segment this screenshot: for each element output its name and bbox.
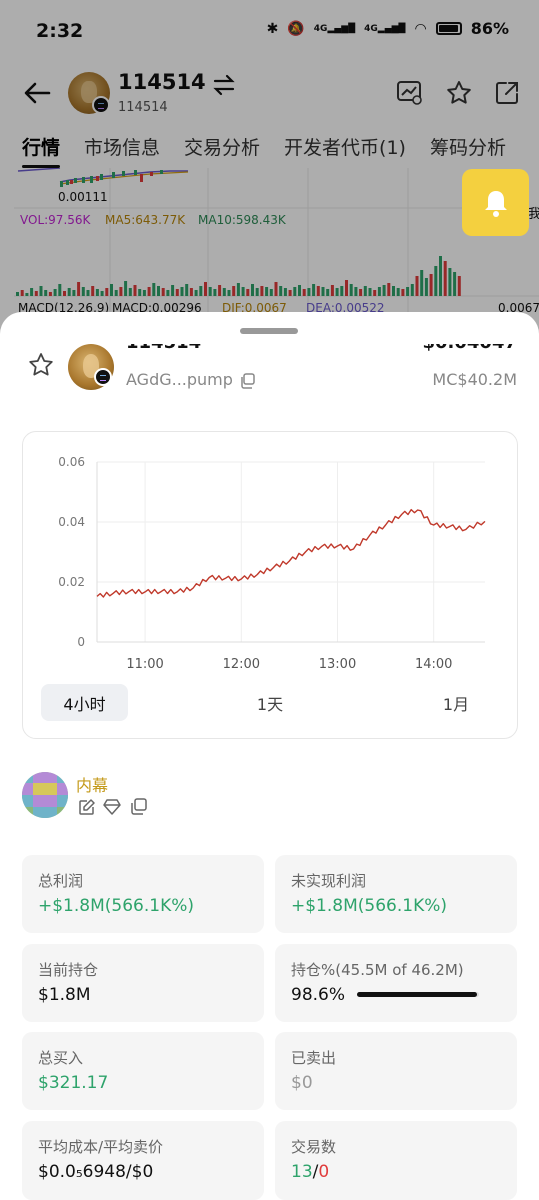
stat-value: $321.17 xyxy=(38,1073,109,1093)
insider-tag: 内幕 xyxy=(76,776,109,795)
stat-label: 未实现利润 xyxy=(291,872,367,890)
y-tick-label: 0 xyxy=(77,635,85,649)
stat-card-current-holding: 当前持仓 $1.8M xyxy=(22,944,264,1022)
x-tick-label: 13:00 xyxy=(319,657,356,672)
token-address: AGdG...pump xyxy=(126,370,233,389)
holding-value-line-chart: 0 0.02 0.04 0.06 11:00 12:00 13:00 14:00 xyxy=(58,455,486,672)
stat-label: 持仓%(45.5M of 46.2M) xyxy=(291,961,464,979)
diamond-icon[interactable] xyxy=(102,798,122,816)
sheet-token-row: 114514 AGdG...pump $0.04047 MC$40.2M xyxy=(0,344,539,394)
stat-card-avg-cost: 平均成本/平均卖价 $0.0₅6948/$0 xyxy=(22,1121,264,1200)
stat-card-total-bought: 总买入 $321.17 xyxy=(22,1032,264,1110)
bell-icon xyxy=(484,190,507,217)
stat-value: +$1.8M(566.1K%) xyxy=(38,896,194,916)
holder-identity: 内幕 xyxy=(22,770,322,822)
sheet-drag-handle[interactable] xyxy=(240,328,298,334)
x-tick-label: 12:00 xyxy=(223,657,260,672)
sheet-token-price: $0.04047 xyxy=(422,344,517,353)
stat-label: 平均成本/平均卖价 xyxy=(38,1138,164,1156)
holding-progress-bar xyxy=(357,992,479,997)
buy-count: 13 xyxy=(291,1162,313,1182)
background-page: 2:32 ✱ 🔕 4G▂▄▆█ 4G▂▄▆█ ◠ 86% 114514 1145… xyxy=(0,0,539,340)
stat-card-sold: 已卖出 $0 xyxy=(275,1032,517,1110)
stat-label: 总买入 xyxy=(38,1049,84,1067)
holding-value-chart-card: 0 0.02 0.04 0.06 11:00 12:00 13:00 14:00 4小时 1天… xyxy=(22,431,518,739)
copy-wallet-icon[interactable] xyxy=(130,798,148,816)
holding-progress-fill xyxy=(357,992,478,997)
stat-value: 13/0 xyxy=(291,1162,329,1182)
stat-card-total-profit: 总利润 +$1.8M(566.1K%) xyxy=(22,855,264,933)
x-tick-label: 14:00 xyxy=(415,657,452,672)
copy-address-icon[interactable] xyxy=(240,373,256,389)
stat-card-holding-percent: 持仓%(45.5M of 46.2M) 98.6% xyxy=(275,944,517,1022)
x-tick-label: 11:00 xyxy=(126,657,163,672)
stat-card-trade-count: 交易数 13/0 xyxy=(275,1121,517,1200)
stat-value: $1.8M xyxy=(38,985,91,1005)
timeframe-4h[interactable]: 4小时 xyxy=(41,684,128,721)
stat-value: $0 xyxy=(291,1073,313,1093)
sell-count: 0 xyxy=(318,1162,330,1182)
edit-icon[interactable] xyxy=(78,798,96,816)
sheet-solana-badge-icon xyxy=(94,368,112,386)
stat-label: 交易数 xyxy=(291,1138,337,1156)
favorite-star-icon[interactable] xyxy=(28,352,54,378)
stat-label: 总利润 xyxy=(38,872,84,890)
y-tick-label: 0.02 xyxy=(58,575,85,589)
stat-card-unrealized-profit: 未实现利润 +$1.8M(566.1K%) xyxy=(275,855,517,933)
timeframe-1m[interactable]: 1月 xyxy=(421,684,491,721)
sheet-token-name: 114514 xyxy=(126,344,201,353)
stat-value: 98.6% xyxy=(291,985,346,1005)
y-tick-label: 0.06 xyxy=(58,455,85,469)
y-tick-label: 0.04 xyxy=(58,515,85,529)
stat-label: 当前持仓 xyxy=(38,961,99,979)
holder-avatar xyxy=(22,772,68,818)
series-line xyxy=(96,508,486,598)
timeframe-1d[interactable]: 1天 xyxy=(233,684,307,721)
dim-overlay[interactable] xyxy=(0,0,539,340)
stat-value: +$1.8M(566.1K%) xyxy=(291,896,447,916)
market-cap: MC$40.2M xyxy=(432,370,517,389)
stat-label: 已卖出 xyxy=(291,1049,337,1067)
price-alert-button[interactable] xyxy=(462,169,529,236)
stat-value: $0.0₅6948/$0 xyxy=(38,1162,154,1182)
